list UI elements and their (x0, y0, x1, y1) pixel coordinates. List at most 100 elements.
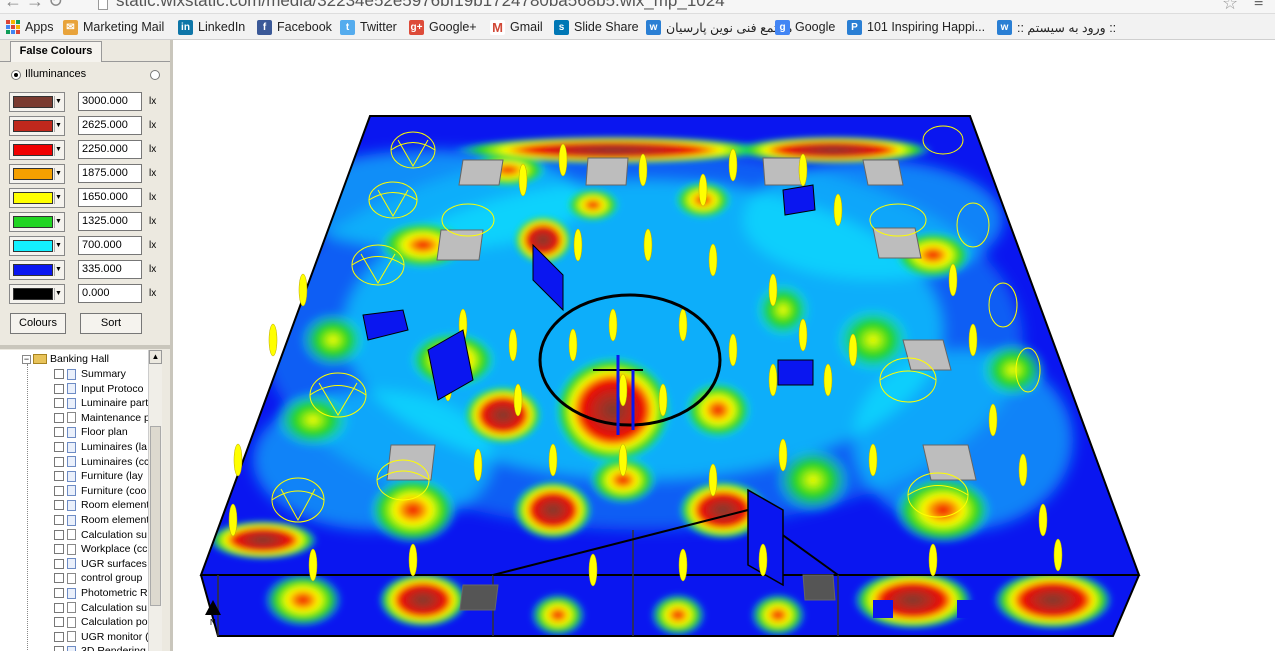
bookmark-apps[interactable]: Apps (5, 18, 54, 36)
threshold-input[interactable]: 335.000 (78, 260, 142, 279)
tree-item[interactable]: Furniture (coo (54, 484, 146, 498)
sort-button[interactable]: Sort (80, 313, 142, 334)
dropdown-arrow-icon[interactable]: ▼ (54, 120, 62, 132)
tree-checkbox[interactable] (54, 588, 64, 598)
menu-icon[interactable]: ≡ (1254, 0, 1263, 12)
bookmark-google-plus[interactable]: g+ Google+ (409, 18, 477, 36)
tree-item[interactable]: Photometric R (54, 586, 148, 600)
threshold-input[interactable]: 1650.000 (78, 188, 142, 207)
colour-level-row: ▼ 0.000 lx (0, 284, 170, 308)
dropdown-arrow-icon[interactable]: ▼ (54, 264, 62, 276)
tree-checkbox[interactable] (54, 515, 64, 525)
dropdown-arrow-icon[interactable]: ▼ (54, 288, 62, 300)
bookmark-twitter[interactable]: t Twitter (340, 18, 397, 36)
tree-checkbox[interactable] (54, 398, 64, 409)
tree-checkbox[interactable] (54, 471, 64, 482)
illuminances-radio[interactable] (11, 70, 21, 80)
tree-item[interactable]: Calculation po (54, 615, 148, 629)
bookmark-slideshare[interactable]: s Slide Share (554, 18, 639, 36)
bookmark-linkedin[interactable]: in LinkedIn (178, 18, 245, 36)
colour-swatch-dropdown[interactable]: ▼ (9, 236, 65, 256)
tree-checkbox[interactable] (54, 427, 64, 438)
tree-item[interactable]: Maintenance p (54, 411, 148, 425)
tree-checkbox[interactable] (54, 602, 64, 613)
bookmark-google[interactable]: g Google (775, 18, 835, 36)
colour-swatch-dropdown[interactable]: ▼ (9, 92, 65, 112)
dropdown-arrow-icon[interactable]: ▼ (54, 240, 62, 252)
url-text[interactable]: static.wixstatic.com/media/32234e52e5976… (116, 0, 725, 11)
site-icon: w (646, 19, 661, 35)
tree-item[interactable]: Furniture (lay (54, 469, 143, 483)
colour-swatch-dropdown[interactable]: ▼ (9, 140, 65, 160)
document-icon (67, 631, 76, 643)
scroll-thumb[interactable] (150, 426, 161, 606)
colour-swatch-dropdown[interactable]: ▼ (9, 284, 65, 304)
dropdown-arrow-icon[interactable]: ▼ (54, 216, 62, 228)
tree-scrollbar[interactable]: ▲ (148, 350, 162, 651)
dropdown-arrow-icon[interactable]: ▼ (54, 96, 62, 108)
bookmark-star-icon[interactable]: ☆ (1222, 0, 1238, 13)
tree-checkbox[interactable] (54, 456, 64, 467)
tree-checkbox[interactable] (54, 412, 64, 423)
dropdown-arrow-icon[interactable]: ▼ (54, 144, 62, 156)
back-forward-reload-icons[interactable]: ←→↻ (4, 0, 67, 12)
tree-checkbox[interactable] (54, 485, 64, 496)
bookmark-login[interactable]: w :: ورود به سیستم :: (997, 18, 1116, 36)
tree-checkbox[interactable] (54, 573, 64, 584)
tree-item[interactable]: Luminaire part (54, 396, 148, 410)
colour-swatch-dropdown[interactable]: ▼ (9, 164, 65, 184)
tree-root-banking-hall[interactable]: − Banking Hall (22, 352, 109, 366)
tree-item[interactable]: UGR monitor ( (54, 630, 148, 644)
threshold-input[interactable]: 2625.000 (78, 116, 142, 135)
scroll-up-icon[interactable]: ▲ (149, 350, 162, 364)
tree-item[interactable]: Summary (54, 367, 126, 381)
dropdown-arrow-icon[interactable]: ▼ (54, 168, 62, 180)
tree-checkbox[interactable] (54, 631, 64, 642)
tree-item[interactable]: Workplace (cc (54, 542, 147, 556)
tree-item[interactable]: Luminaires (la (54, 440, 147, 454)
threshold-input[interactable]: 700.000 (78, 236, 142, 255)
bookmark-marketing-mail[interactable]: ✉ Marketing Mail (63, 18, 164, 36)
colour-swatch-dropdown[interactable]: ▼ (9, 212, 65, 232)
tree-checkbox[interactable] (54, 442, 64, 452)
tab-false-colours[interactable]: False Colours (10, 41, 102, 62)
threshold-input[interactable]: 2250.000 (78, 140, 142, 159)
dropdown-arrow-icon[interactable]: ▼ (54, 192, 62, 204)
colours-button[interactable]: Colours (10, 313, 66, 334)
threshold-input[interactable]: 0.000 (78, 284, 142, 303)
tree-item[interactable]: UGR surfaces (54, 557, 147, 571)
render-view[interactable]: N (173, 40, 1275, 651)
bookmark-gmail[interactable]: M Gmail (490, 18, 543, 36)
tree-item[interactable]: Floor plan (54, 425, 128, 439)
tree-checkbox[interactable] (54, 369, 64, 379)
bookmark-parsian[interactable]: w مجتمع فنی نوین پارسیان (646, 18, 793, 36)
tree-item-label: Calculation su (81, 601, 147, 614)
tree-item[interactable]: Input Protoco (54, 382, 143, 396)
tree-item[interactable]: Room element (54, 513, 148, 527)
unit-label: lx (149, 192, 157, 203)
bookmark-101-inspiring[interactable]: P 101 Inspiring Happi... (847, 18, 985, 36)
tree-item[interactable]: control group (54, 571, 142, 585)
tree-checkbox[interactable] (54, 646, 64, 651)
threshold-input[interactable]: 3000.000 (78, 92, 142, 111)
tree-item[interactable]: 3D Rendering (54, 644, 146, 651)
tree-checkbox[interactable] (54, 529, 64, 540)
tree-item[interactable]: Luminaires (cc (54, 455, 148, 469)
tree-item[interactable]: Room element (54, 498, 148, 512)
tree-item[interactable]: Calculation su (54, 528, 147, 542)
tree-checkbox[interactable] (54, 544, 64, 555)
splitter[interactable] (0, 345, 170, 349)
colour-swatch-dropdown[interactable]: ▼ (9, 116, 65, 136)
tree-checkbox[interactable] (54, 558, 64, 569)
threshold-input[interactable]: 1875.000 (78, 164, 142, 183)
threshold-input[interactable]: 1325.000 (78, 212, 142, 231)
colour-swatch-dropdown[interactable]: ▼ (9, 260, 65, 280)
colour-swatch-dropdown[interactable]: ▼ (9, 188, 65, 208)
tree-checkbox[interactable] (54, 383, 64, 394)
bookmark-facebook[interactable]: f Facebook (257, 18, 332, 36)
alternate-mode-radio[interactable] (150, 70, 160, 80)
tree-checkbox[interactable] (54, 500, 64, 511)
tree-checkbox[interactable] (54, 617, 64, 628)
tree-item[interactable]: Calculation su (54, 601, 147, 615)
collapse-icon[interactable]: − (22, 354, 31, 364)
